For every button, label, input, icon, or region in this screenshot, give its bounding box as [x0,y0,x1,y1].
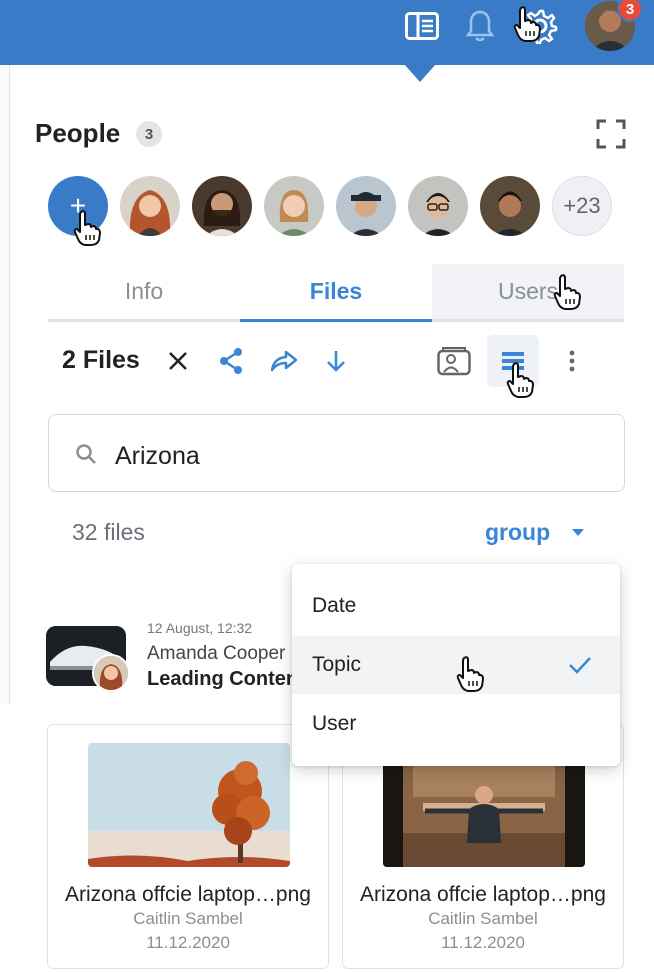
file-date: 11.12.2020 [441,933,525,952]
search-icon [75,443,97,470]
check-icon [568,656,592,680]
bell-icon[interactable] [460,6,500,46]
hand-cursor-icon [505,362,535,398]
active-pointer [404,64,436,82]
tab-bar: Info Files Users [48,264,624,322]
file-author: Caitlin Sambel [133,909,243,928]
forward-icon[interactable] [264,341,304,381]
sidebar-layout-icon[interactable] [402,6,442,46]
chevron-down-icon[interactable] [572,529,584,536]
group-option-date[interactable]: Date [292,577,620,635]
hand-cursor-icon [455,656,485,692]
hand-cursor-icon [552,274,582,310]
feed-date: 12 August, 12:32 [147,620,253,636]
more-people-button[interactable]: +23 [552,176,612,236]
left-panel-edge [0,65,10,705]
file-name: Arizona offcie laptop…png [360,883,606,906]
fullscreen-icon[interactable] [596,119,626,149]
person-avatar[interactable] [336,176,396,236]
file-preview-image [88,743,290,867]
hand-cursor-icon [512,6,542,42]
hand-cursor-icon [72,210,102,246]
people-title: People [35,118,121,148]
tab-users[interactable]: Users [432,264,624,319]
share-icon[interactable] [211,341,251,381]
group-option-label: Topic [312,653,362,676]
file-date: 11.12.2020 [146,933,230,952]
gallery-view-icon[interactable] [434,341,474,381]
author-avatar [92,654,130,692]
more-options-icon[interactable] [552,341,592,381]
tab-files[interactable]: Files [240,264,432,322]
close-icon[interactable] [158,341,198,381]
person-avatar[interactable] [480,176,540,236]
people-count-badge: 3 [136,121,162,147]
person-avatar[interactable] [192,176,252,236]
selected-files-count: 2 Files [62,346,140,374]
file-card[interactable]: Arizona offcie laptop…png Caitlin Sambel… [47,724,329,969]
search-value: Arizona [115,442,200,470]
download-icon[interactable] [316,341,356,381]
file-author: Caitlin Sambel [428,909,538,928]
tab-info[interactable]: Info [48,264,240,319]
top-bar: 3 [0,0,654,82]
search-input[interactable]: Arizona [48,414,625,492]
person-avatar[interactable] [264,176,324,236]
files-total: 32 files [72,519,145,545]
group-option-user[interactable]: User [292,695,620,753]
feed-title[interactable]: Leading Content [147,668,293,691]
notification-badge: 3 [617,0,643,22]
feed-author: Amanda Cooper [147,643,286,664]
person-avatar[interactable] [408,176,468,236]
person-avatar[interactable] [120,176,180,236]
group-button[interactable]: group [485,519,550,546]
file-name: Arizona offcie laptop…png [65,883,311,906]
